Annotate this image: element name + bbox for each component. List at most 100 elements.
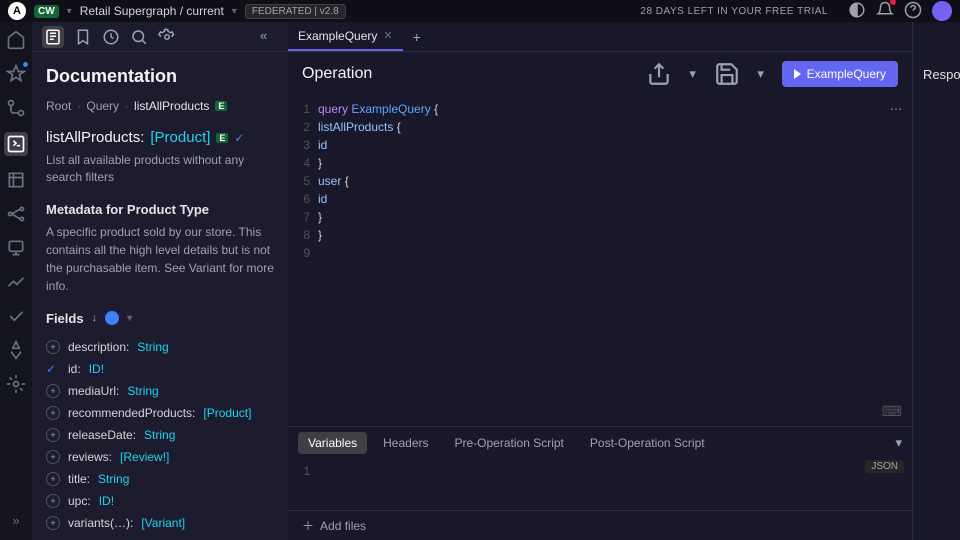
breadcrumb-root[interactable]: Root	[46, 99, 71, 113]
bookmark-icon[interactable]	[74, 28, 92, 46]
field-name: recommendedProducts:	[68, 406, 195, 420]
field-type[interactable]: String	[137, 340, 168, 354]
share-icon[interactable]	[646, 61, 672, 87]
response-heading: Response	[923, 67, 960, 82]
play-icon	[794, 69, 801, 79]
keyboard-icon[interactable]: ⌨	[882, 403, 902, 420]
add-field-icon[interactable]: +	[46, 494, 60, 508]
collapse-panel-icon[interactable]: «	[260, 28, 278, 46]
clients-icon[interactable]	[6, 238, 26, 258]
add-field-icon[interactable]: +	[46, 406, 60, 420]
field-type[interactable]: ID!	[89, 362, 104, 376]
type-heading: listAllProducts: [Product] E ✓	[46, 129, 274, 146]
query-editor[interactable]: 123456789 query ExampleQuery { listAllPr…	[288, 96, 912, 426]
graph-name[interactable]: Retail Supergraph / current	[80, 4, 224, 18]
fields-toggle[interactable]	[105, 311, 119, 325]
chevron-down-icon[interactable]: ▾	[232, 6, 237, 17]
field-name: reviews:	[68, 450, 112, 464]
operation-heading: Operation	[302, 65, 638, 83]
add-field-icon[interactable]: +	[46, 340, 60, 354]
add-field-icon[interactable]: +	[46, 516, 60, 530]
user-avatar[interactable]	[932, 1, 952, 21]
bottom-tab[interactable]: Post-Operation Script	[580, 432, 715, 454]
field-row[interactable]: + mediaUrl: String	[46, 380, 274, 402]
field-row[interactable]: +title:String	[46, 468, 274, 490]
new-tab-button[interactable]: +	[403, 29, 431, 45]
fields-label: Fields	[46, 311, 84, 326]
chevron-right-icon: ›	[125, 101, 128, 111]
launch-icon[interactable]	[6, 64, 26, 84]
save-icon[interactable]	[714, 61, 740, 87]
plus-icon: ＋	[302, 517, 314, 534]
chevron-down-icon[interactable]: ▾	[680, 61, 706, 87]
variables-editor[interactable]: 1 JSON	[288, 458, 912, 510]
field-row[interactable]: ✓ id: ID!	[46, 358, 274, 380]
schema-icon[interactable]	[6, 170, 26, 190]
field-row[interactable]: + description: String	[46, 336, 274, 358]
check-icon[interactable]: ✓	[46, 362, 60, 376]
run-query-button[interactable]: ExampleQuery	[782, 61, 898, 87]
diff-icon[interactable]	[6, 98, 26, 118]
explorer-icon[interactable]	[4, 132, 28, 156]
settings-icon[interactable]	[6, 374, 26, 394]
field-name: releaseDate:	[68, 428, 136, 442]
breadcrumb-query[interactable]: Query	[86, 99, 119, 113]
metadata-text: A specific product sold by our store. Th…	[46, 223, 274, 295]
field-row[interactable]: + recommendedProducts: [Product]	[46, 402, 274, 424]
field-row[interactable]: + variants(…): [Variant]	[46, 512, 274, 534]
apollo-logo[interactable]: A	[8, 2, 26, 20]
subgraphs-icon[interactable]	[6, 204, 26, 224]
field-type[interactable]: [Variant]	[141, 516, 185, 530]
bottom-tab[interactable]: Headers	[373, 432, 438, 454]
chevron-right-icon: ›	[77, 101, 80, 111]
field-type[interactable]: String	[98, 472, 129, 486]
field-row[interactable]: + releaseDate: String	[46, 424, 274, 446]
add-field-icon[interactable]: +	[46, 472, 60, 486]
field-name: upc:	[68, 494, 91, 508]
bottom-tab[interactable]: Variables	[298, 432, 367, 454]
add-files-button[interactable]: ＋ Add files	[288, 510, 912, 540]
add-field-icon[interactable]: +	[46, 428, 60, 442]
bell-icon[interactable]	[876, 1, 894, 19]
collapse-vars-icon[interactable]: ▾	[895, 435, 902, 451]
more-icon[interactable]: ⋯	[890, 102, 902, 116]
field-type[interactable]: [Product]	[203, 406, 251, 420]
chevron-down-icon[interactable]: ▾	[748, 61, 774, 87]
operation-tab[interactable]: ExampleQuery ✕	[288, 22, 403, 51]
field-name: variants(…):	[68, 516, 133, 530]
field-type[interactable]: String	[144, 428, 175, 442]
expand-nav-icon[interactable]: »	[6, 510, 26, 530]
metadata-heading: Metadata for Product Type	[46, 202, 274, 217]
field-type[interactable]: ID!	[99, 494, 114, 508]
theme-icon[interactable]	[848, 1, 866, 19]
bottom-tab[interactable]: Pre-Operation Script	[445, 432, 574, 454]
field-type[interactable]: String	[127, 384, 158, 398]
docs-tab-icon[interactable]	[42, 26, 64, 48]
field-name: mediaUrl:	[68, 384, 119, 398]
search-icon[interactable]	[130, 28, 148, 46]
gear-icon[interactable]	[158, 28, 176, 46]
entity-badge: E	[216, 133, 228, 143]
proposals-icon[interactable]	[6, 340, 26, 360]
json-badge: JSON	[865, 460, 904, 473]
chevron-down-icon[interactable]: ▾	[127, 313, 132, 324]
field-description: List all available products without any …	[46, 152, 274, 186]
field-name: id:	[68, 362, 81, 376]
field-row[interactable]: + reviews: [Review!]	[46, 446, 274, 468]
add-field-icon[interactable]: +	[46, 384, 60, 398]
close-tab-icon[interactable]: ✕	[383, 29, 392, 42]
checks-icon[interactable]	[6, 306, 26, 326]
trial-notice: 28 DAYS LEFT IN YOUR FREE TRIAL	[640, 6, 828, 17]
field-type[interactable]: [Review!]	[120, 450, 169, 464]
insights-icon[interactable]	[6, 272, 26, 292]
sort-icon[interactable]: ↓	[92, 312, 98, 324]
add-field-icon[interactable]: +	[46, 450, 60, 464]
help-icon[interactable]	[904, 1, 922, 19]
org-badge: CW	[34, 5, 59, 18]
chevron-down-icon[interactable]: ▾	[67, 6, 72, 17]
check-circle-icon: ✓	[234, 131, 244, 145]
field-name: description:	[68, 340, 129, 354]
history-icon[interactable]	[102, 28, 120, 46]
field-row[interactable]: + upc: ID!	[46, 490, 274, 512]
home-icon[interactable]	[6, 30, 26, 50]
